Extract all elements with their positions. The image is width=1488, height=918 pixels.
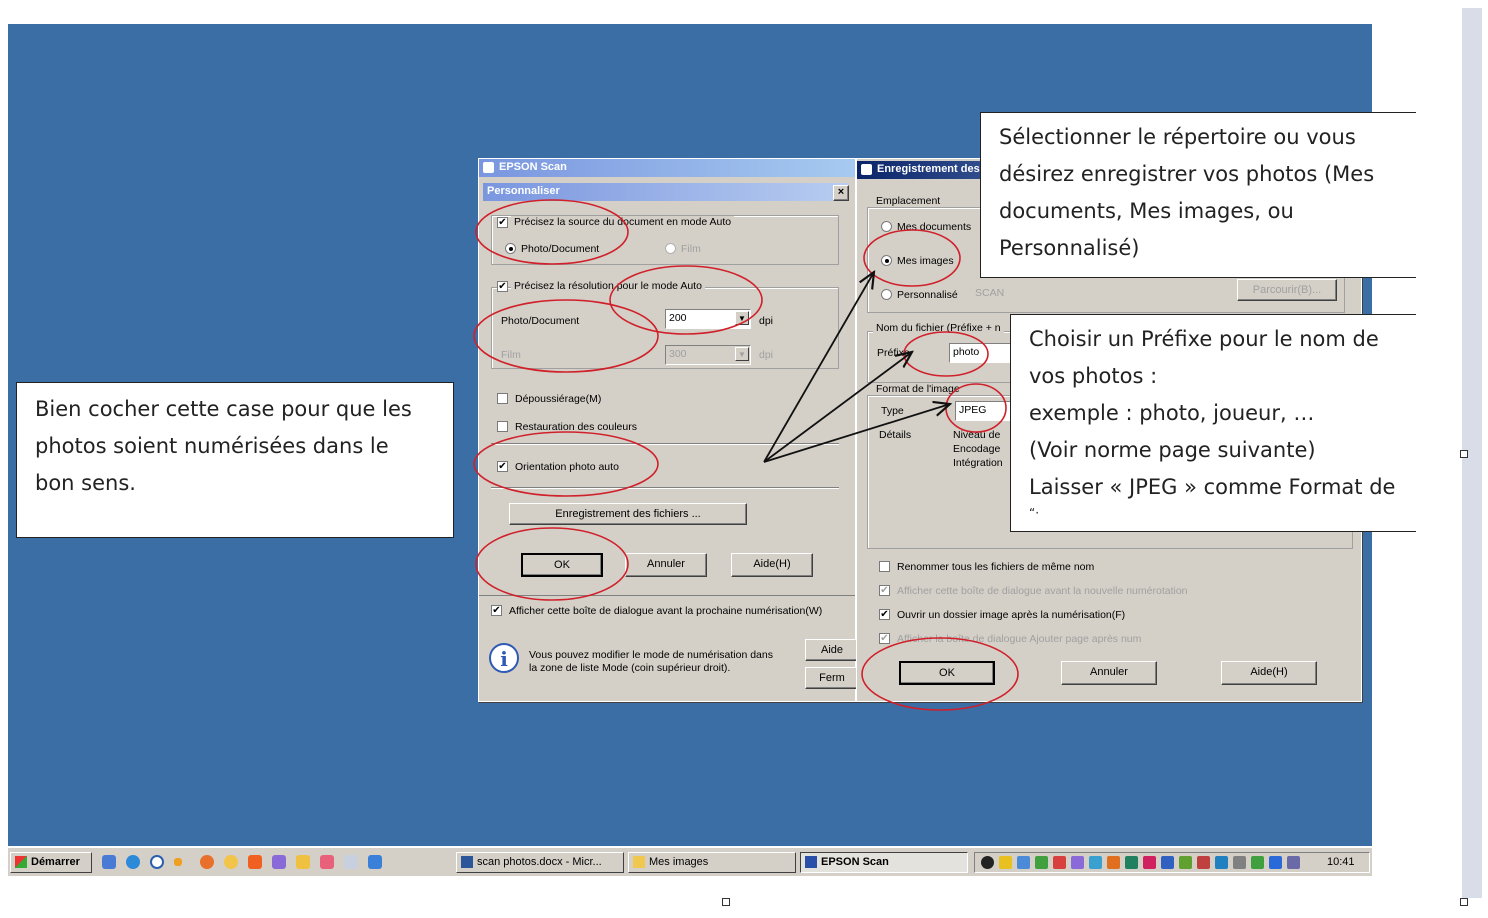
callout-mid-right-line-4: (Voir norme page suivante) xyxy=(1029,438,1316,462)
highlight-source-checkbox xyxy=(475,199,629,265)
start-button[interactable]: Démarrer xyxy=(10,852,92,873)
callout-left-line-2: photos soient numérisées dans le xyxy=(35,434,389,458)
resize-handle-bottom[interactable] xyxy=(722,898,730,906)
callout-top-right-line-1: Sélectionner le répertoire ou vous xyxy=(999,125,1356,149)
word-icon xyxy=(461,856,473,868)
tray-icon-10[interactable] xyxy=(1143,856,1156,869)
task-my-images[interactable]: Mes images xyxy=(628,852,796,873)
highlight-auto-orientation xyxy=(473,431,659,497)
tray-icon-8[interactable] xyxy=(1107,856,1120,869)
tray-icon-9[interactable] xyxy=(1125,856,1138,869)
start-label: Démarrer xyxy=(31,856,80,868)
callout-mid-right-line-3: exemple : photo, joueur, … xyxy=(1029,401,1315,425)
callout-top-right-line-2: désirez enregistrer vos photos (Mes xyxy=(999,162,1375,186)
app-orange-icon[interactable] xyxy=(248,855,262,869)
tray-icon-11[interactable] xyxy=(1161,856,1174,869)
app-blue-icon[interactable] xyxy=(368,855,382,869)
system-tray: 10:41 xyxy=(974,852,1370,873)
callout-left-line-3: bon sens. xyxy=(35,471,136,495)
callout-left: Bien cocher cette case pour que les phot… xyxy=(16,382,454,538)
callout-left-line-1: Bien cocher cette case pour que les xyxy=(35,397,412,421)
highlight-resolution-checkbox xyxy=(609,265,763,335)
arrow-to-prefix xyxy=(763,352,912,463)
tray-icon-18[interactable] xyxy=(1287,856,1300,869)
task-epson-scan[interactable]: EPSON Scan xyxy=(800,852,968,873)
tray-icon-7[interactable] xyxy=(1089,856,1102,869)
callout-mid-right-line-2: vos photos : xyxy=(1029,364,1158,388)
app-pink-icon[interactable] xyxy=(320,855,334,869)
tray-icon-13[interactable] xyxy=(1197,856,1210,869)
app-yellow-icon[interactable] xyxy=(296,855,310,869)
taskbar: Démarrer scan photos.docx - Micr... Mes … xyxy=(8,846,1372,876)
tray-icon-1[interactable] xyxy=(981,856,994,869)
resize-handle-corner[interactable] xyxy=(1460,898,1468,906)
callout-mid-right: Choisir un Préfixe pour le nom de vos ph… xyxy=(1010,314,1416,532)
windows-logo-icon xyxy=(15,856,27,868)
epson-icon xyxy=(805,856,817,868)
tray-icon-14[interactable] xyxy=(1215,856,1228,869)
app-purple-icon[interactable] xyxy=(272,855,286,869)
browser-icon[interactable] xyxy=(126,855,140,869)
messenger-icon[interactable] xyxy=(224,855,238,869)
task-word-label: scan photos.docx - Micr... xyxy=(477,856,602,868)
star-icon[interactable] xyxy=(174,858,182,866)
resize-handle-right[interactable] xyxy=(1460,450,1468,458)
tray-icon-15[interactable] xyxy=(1233,856,1246,869)
tray-icon-4[interactable] xyxy=(1035,856,1048,869)
tray-icon-17[interactable] xyxy=(1269,856,1282,869)
firefox-icon[interactable] xyxy=(200,855,214,869)
highlight-jpeg xyxy=(945,383,1007,433)
tray-icon-16[interactable] xyxy=(1251,856,1264,869)
highlight-my-images xyxy=(863,229,961,287)
tray-icon-12[interactable] xyxy=(1179,856,1192,869)
callout-mid-right-line-6: “· xyxy=(1029,506,1040,520)
task-word[interactable]: scan photos.docx - Micr... xyxy=(456,852,624,873)
callout-top-right-line-4: Personnalisé) xyxy=(999,236,1140,260)
tray-icon-6[interactable] xyxy=(1071,856,1084,869)
callout-top-right-line-3: documents, Mes images, ou xyxy=(999,199,1294,223)
clock: 10:41 xyxy=(1327,856,1355,868)
media-icon[interactable] xyxy=(150,855,164,869)
notepad-icon[interactable] xyxy=(344,855,358,869)
callout-top-right: Sélectionner le répertoire ou vous désir… xyxy=(980,112,1416,278)
highlight-photo-document xyxy=(473,299,659,373)
highlight-save-ok xyxy=(861,637,1019,711)
tray-icon-5[interactable] xyxy=(1053,856,1066,869)
task-epson-label: EPSON Scan xyxy=(821,856,889,868)
desktop-icon[interactable] xyxy=(102,855,116,869)
callout-mid-right-line-5: Laisser « JPEG » comme Format de xyxy=(1029,475,1396,499)
tray-icon-3[interactable] xyxy=(1017,856,1030,869)
callout-mid-right-line-1: Choisir un Préfixe pour le nom de xyxy=(1029,327,1379,351)
folder-icon xyxy=(633,856,645,868)
task-my-images-label: Mes images xyxy=(649,856,709,868)
highlight-prefix xyxy=(903,331,989,377)
highlight-ok-button xyxy=(475,527,629,601)
tray-icon-2[interactable] xyxy=(999,856,1012,869)
